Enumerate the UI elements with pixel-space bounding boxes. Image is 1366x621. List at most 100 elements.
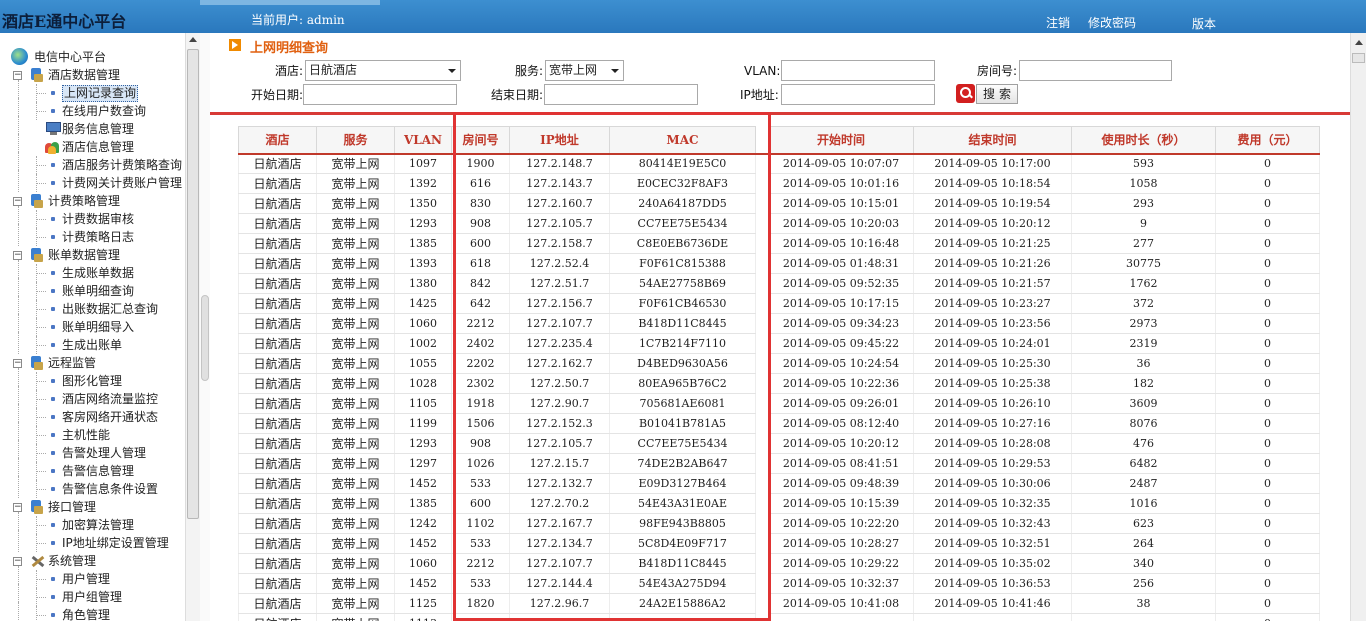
table-row[interactable]: 日航酒店 宽带上网 1385 600 127.2.70.2 54E43A31E0AE 201… (238, 493, 1320, 514)
sidebar-scroll-thumb[interactable] (187, 49, 199, 519)
table-row[interactable]: 日航酒店 宽带上网 1425 642 127.2.156.7 F0F61CB46530 20… (238, 293, 1320, 314)
collapse-toggle-icon[interactable]: − (13, 557, 22, 566)
tree-item[interactable]: 告警信息管理 (0, 458, 185, 480)
tree-item[interactable]: 酒店服务计费策略查询 (0, 152, 185, 174)
table-row[interactable]: 日航酒店 宽带上网 1293 908 127.2.105.7 CC7EE75E5434 20… (238, 213, 1320, 234)
tree-group[interactable]: − 账单数据管理 (0, 246, 185, 264)
tree-group[interactable]: − 接口管理 (0, 498, 185, 516)
tree-connector (36, 228, 37, 246)
table-gap-cell (756, 314, 769, 334)
tree-item[interactable]: 上网记录查询 (0, 80, 185, 102)
table-row[interactable]: 日航酒店 宽带上网 1350 830 127.2.160.7 240A64187DD5 20… (238, 193, 1320, 214)
room-number-input[interactable] (1019, 60, 1172, 81)
column-header[interactable]: 费用（元） (1215, 126, 1320, 155)
tree-group[interactable]: − 远程监管 (0, 354, 185, 372)
table-row[interactable]: 日航酒店 宽带上网 1002 2402 127.2.235.4 1C7B214F7110 2… (238, 333, 1320, 354)
tree-item[interactable]: 账单明细查询 (0, 278, 185, 300)
tree-item[interactable]: 账单明细导入 (0, 314, 185, 336)
vlan-input[interactable] (781, 60, 935, 81)
table-row[interactable]: 日航酒店 宽带上网 1385 600 127.2.158.7 C8E0EB6736DE 20… (238, 233, 1320, 254)
table-cell: 618 (451, 253, 510, 274)
table-row[interactable]: 日航酒店 宽带上网 1097 1900 127.2.148.7 80414E19E5C0 2… (238, 153, 1320, 174)
tree-item[interactable]: 主机性能 (0, 422, 185, 444)
table-row[interactable]: 日航酒店 宽带上网 1452 533 127.2.132.7 E09D3127B464 20… (238, 473, 1320, 494)
tree-item[interactable]: 计费数据审核 (0, 206, 185, 228)
column-header[interactable]: 使用时长（秒） (1071, 126, 1216, 155)
column-header[interactable]: 结束时间 (913, 126, 1072, 155)
tree-item[interactable]: 计费策略日志 (0, 224, 185, 246)
table-row[interactable]: 日航酒店 宽带上网 1293 908 127.2.105.7 CC7EE75E5434 20… (238, 433, 1320, 454)
tree-item[interactable]: IP地址绑定设置管理 (0, 530, 185, 552)
tree-item[interactable]: 角色管理 (0, 602, 185, 621)
main-scroll-thumb[interactable] (1352, 53, 1365, 63)
tree-item[interactable]: 生成出账单 (0, 332, 185, 354)
column-header[interactable]: 开始时间 (768, 126, 914, 155)
tree-item[interactable]: 用户管理 (0, 566, 185, 588)
tree-group[interactable]: − 酒店数据管理 (0, 66, 185, 84)
tree-group-label: 系统管理 (48, 554, 97, 568)
table-row[interactable]: 日航酒店 宽带上网 1028 2302 127.2.50.7 80EA965B76C2 20… (238, 373, 1320, 394)
tree-item[interactable]: 计费网关计费账户管理 (0, 170, 185, 192)
table-row[interactable]: 日航酒店 宽带上网 1199 1506 127.2.152.3 B01041B781A5 2… (238, 413, 1320, 434)
table-row[interactable]: 日航酒店 宽带上网 1452 533 127.2.134.7 5C8D4E09F717 20… (238, 533, 1320, 554)
column-header[interactable]: IP地址 (509, 126, 610, 155)
tree-item[interactable]: 图形化管理 (0, 368, 185, 390)
start-date-input[interactable] (303, 84, 457, 105)
tree-item[interactable]: 告警处理人管理 (0, 440, 185, 462)
tree-item[interactable]: 酒店网络流量监控 (0, 386, 185, 408)
column-header[interactable]: 服务 (316, 126, 395, 155)
tree-item[interactable]: 告警信息条件设置 (0, 476, 185, 498)
search-button-label[interactable]: 搜索 (976, 84, 1018, 104)
collapse-toggle-icon[interactable]: − (13, 251, 22, 260)
table-row[interactable]: 日航酒店 宽带上网 1452 533 127.2.144.4 54E43A275D94 20… (238, 573, 1320, 594)
scroll-up-arrow-icon[interactable] (1355, 40, 1363, 45)
table-cell: 2014-09-05 01:48:31 (768, 253, 914, 274)
table-row[interactable]: 日航酒店 宽带上网 1105 1918 127.2.90.7 705681AE6081 20… (238, 393, 1320, 414)
table-row[interactable]: 日航酒店 宽带上网 1125 1820 127.2.96.7 24A2E15886A2 20… (238, 593, 1320, 614)
sidebar-scrollbar[interactable] (185, 33, 200, 621)
tree-root[interactable]: 电信中心平台 (0, 48, 185, 66)
tree-item[interactable]: 酒店信息管理 (0, 134, 185, 156)
hotel-select-value: 日航酒店 (309, 63, 358, 77)
table-row[interactable]: 日航酒店 宽带上网 1392 616 127.2.143.7 E0CEC32F8AF3 20… (238, 173, 1320, 194)
column-header[interactable]: 酒店 (238, 126, 317, 155)
table-row[interactable]: 日航酒店 宽带上网 1393 618 127.2.52.4 F0F61C815388 201… (238, 253, 1320, 274)
search-icon[interactable] (956, 84, 975, 103)
search-button[interactable]: 搜索 (956, 84, 1018, 105)
panel-splitter[interactable] (200, 33, 210, 621)
table-row[interactable]: 日航酒店 宽带上网 1060 2212 127.2.107.7 B418D11C8445 2… (238, 313, 1320, 334)
table-row[interactable]: 日航酒店 宽带上网 1055 2202 127.2.162.7 D4BED9630A56 2… (238, 353, 1320, 374)
tree-group[interactable]: − 计费策略管理 (0, 192, 185, 210)
end-date-input[interactable] (544, 84, 698, 105)
column-header[interactable]: 房间号 (451, 126, 510, 155)
change-password-link[interactable]: 修改密码 (1088, 14, 1136, 31)
tree-item[interactable]: 生成账单数据 (0, 260, 185, 282)
collapse-toggle-icon[interactable]: − (13, 359, 22, 368)
collapse-toggle-icon[interactable]: − (13, 197, 22, 206)
hotel-select[interactable]: 日航酒店 (305, 60, 461, 81)
tree-item[interactable]: 加密算法管理 (0, 512, 185, 534)
column-header[interactable]: VLAN (394, 126, 452, 155)
table-row[interactable]: 日航酒店 宽带上网 1060 2212 127.2.107.7 B418D11C8445 2… (238, 553, 1320, 574)
tree-item[interactable]: 服务信息管理 (0, 116, 185, 138)
scroll-up-arrow-icon[interactable] (189, 37, 197, 42)
tree-item[interactable]: 客房网络开通状态 (0, 404, 185, 426)
table-row[interactable]: 日航酒店宽带上网1113 0 (238, 613, 1320, 621)
collapse-toggle-icon[interactable]: − (13, 71, 22, 80)
tree-item-label: 用户管理 (62, 572, 111, 586)
table-cell: 24A2E15886A2 (609, 593, 756, 614)
tree-item[interactable]: 用户组管理 (0, 584, 185, 606)
tree-item[interactable]: 出账数据汇总查询 (0, 296, 185, 318)
table-row[interactable]: 日航酒店 宽带上网 1242 1102 127.2.167.7 98FE943B8805 2… (238, 513, 1320, 534)
table-row[interactable]: 日航酒店 宽带上网 1380 842 127.2.51.7 54AE27758B69 201… (238, 273, 1320, 294)
splitter-grip[interactable] (201, 295, 209, 381)
table-row[interactable]: 日航酒店 宽带上网 1297 1026 127.2.15.7 74DE2B2AB647 20… (238, 453, 1320, 474)
tree-group[interactable]: − 系统管理 (0, 552, 185, 570)
tree-item[interactable]: 在线用户数查询 (0, 98, 185, 120)
collapse-toggle-icon[interactable]: − (13, 503, 22, 512)
service-select[interactable]: 宽带上网 (545, 60, 624, 81)
ip-address-input[interactable] (781, 84, 935, 105)
column-header[interactable]: MAC (609, 126, 756, 155)
main-scrollbar[interactable] (1350, 33, 1366, 621)
logout-link[interactable]: 注销 (1046, 14, 1070, 31)
